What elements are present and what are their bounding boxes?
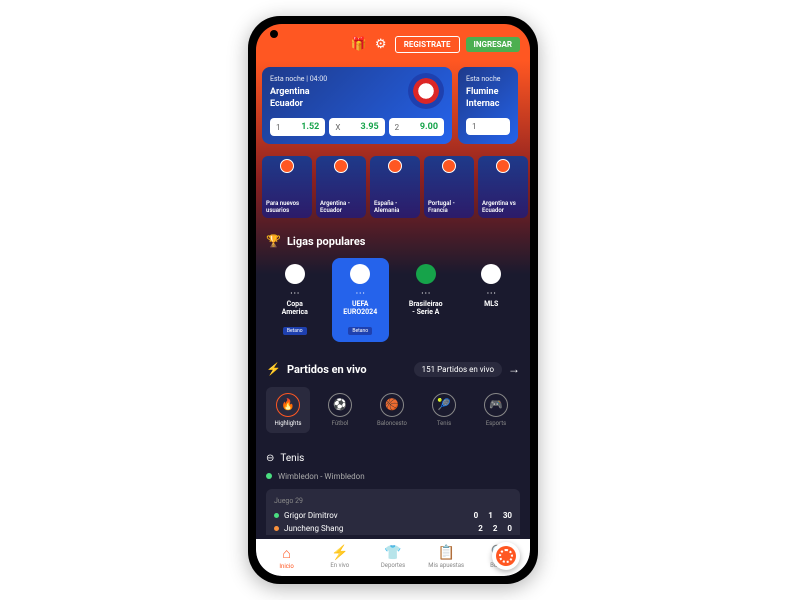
gift-icon[interactable]: 🎁 xyxy=(351,37,367,53)
register-button[interactable]: REGISTRATE xyxy=(395,36,460,53)
home-icon: ⌂ xyxy=(260,545,313,562)
phone-frame: 🎁 ⚙ REGISTRATE INGRESAR Esta noche | 04:… xyxy=(248,16,538,584)
ticket-icon: 📋 xyxy=(420,545,473,561)
tile-badge-icon xyxy=(334,159,348,173)
scores: 0130 xyxy=(474,511,512,520)
league-copa[interactable]: ⋯CopaAmericaBetano xyxy=(266,258,324,341)
league-logo-icon xyxy=(285,264,305,284)
popular-leagues-section: 🏆 Ligas populares ⋯CopaAmericaBetano ⋯UEF… xyxy=(256,224,530,351)
serve-dot-icon xyxy=(274,513,279,518)
live-header: ⚡ Partidos en vivo 151 Partidos en vivo → xyxy=(256,352,530,387)
player-row: Grigor Dimitrov 0130 xyxy=(274,511,512,520)
lightning-icon: ⚡ xyxy=(313,545,366,561)
nav-deportes[interactable]: 👕Deportes xyxy=(366,545,419,570)
main-content: Esta noche | 04:00 Argentina Ecuador 11.… xyxy=(256,61,530,535)
chip-icon xyxy=(496,546,516,566)
tennis-icon: 🎾 xyxy=(432,393,456,417)
soccer-icon: ⚽ xyxy=(328,393,352,417)
tile-badge-icon xyxy=(442,159,456,173)
tile-badge-icon xyxy=(496,159,510,173)
tennis-section: ⊖ Tenis Wimbledon - Wimbledon Juego 29 Gr… xyxy=(256,443,530,535)
featured-card-partial[interactable]: Esta noche Flumine Internac 1 xyxy=(458,67,518,144)
fab-button[interactable] xyxy=(492,542,520,570)
promo-tile[interactable]: España -Alemania xyxy=(370,156,420,218)
league-mls[interactable]: ⋯MLS xyxy=(463,258,521,341)
shirt-icon: 👕 xyxy=(366,545,419,561)
tournament-row[interactable]: Wimbledon - Wimbledon xyxy=(266,472,520,481)
fire-icon: 🔥 xyxy=(276,393,300,417)
trophy-icon: 🏆 xyxy=(266,234,281,248)
nav-inicio[interactable]: ⌂Inicio xyxy=(260,545,313,570)
basketball-icon: 🏀 xyxy=(380,393,404,417)
league-logo-icon xyxy=(350,264,370,284)
tile-badge-icon xyxy=(280,159,294,173)
promo-tile[interactable]: Argentina vsEcuador xyxy=(478,156,528,218)
tile-badge-icon xyxy=(388,159,402,173)
sport-highlights[interactable]: 🔥Highlights xyxy=(266,387,310,433)
tennis-title: Tenis xyxy=(280,453,304,464)
league-euro[interactable]: ⋯UEFAEURO2024Betano xyxy=(332,258,390,341)
live-title: Partidos en vivo xyxy=(287,363,367,376)
app-header: 🎁 ⚙ REGISTRATE INGRESAR xyxy=(256,24,530,61)
sport-esports[interactable]: 🎮Esports xyxy=(474,387,518,433)
sports-tabs: 🔥Highlights ⚽Fútbol 🏀Baloncesto 🎾Tenis 🎮… xyxy=(256,387,530,443)
promo-tile[interactable]: Portugal -Francia xyxy=(424,156,474,218)
tennis-ball-icon: ⊖ xyxy=(266,453,274,464)
odd-away[interactable]: 29.00 xyxy=(389,118,444,136)
screen: 🎁 ⚙ REGISTRATE INGRESAR Esta noche | 04:… xyxy=(256,24,530,576)
promo-tile[interactable]: Argentina -Ecuador xyxy=(316,156,366,218)
sport-tenis[interactable]: 🎾Tenis xyxy=(422,387,466,433)
sport-futbol[interactable]: ⚽Fútbol xyxy=(318,387,362,433)
league-logo-icon xyxy=(481,264,501,284)
match-time: Esta noche | 04:00 xyxy=(270,75,444,83)
game-number: Juego 29 xyxy=(274,497,512,505)
settings-icon[interactable]: ⚙ xyxy=(373,37,389,53)
lightning-icon: ⚡ xyxy=(266,362,281,376)
nav-envivo[interactable]: ⚡En vivo xyxy=(313,545,366,570)
gamepad-icon: 🎮 xyxy=(484,393,508,417)
player-row: Juncheng Shang 220 xyxy=(274,524,512,533)
camera-notch xyxy=(270,30,278,38)
odd-home[interactable]: 11.52 xyxy=(270,118,325,136)
sport-vole[interactable]: 🏐Vole xyxy=(526,387,530,433)
login-button[interactable]: INGRESAR xyxy=(466,37,521,52)
leagues-row: ⋯CopaAmericaBetano ⋯UEFAEURO2024Betano ⋯… xyxy=(266,258,520,341)
scores: 220 xyxy=(478,524,512,533)
serve-dot-icon xyxy=(274,526,279,531)
odds-row: 11.52 X3.95 29.00 xyxy=(270,118,444,136)
sport-baloncesto[interactable]: 🏀Baloncesto xyxy=(370,387,414,433)
section-title: Ligas populares xyxy=(287,235,365,248)
featured-card[interactable]: Esta noche | 04:00 Argentina Ecuador 11.… xyxy=(262,67,452,144)
league-brasileirao[interactable]: ⋯Brasileirao- Serie A xyxy=(397,258,455,341)
promo-tile[interactable]: Para nuevosusuarios xyxy=(262,156,312,218)
promo-tiles: Para nuevosusuarios Argentina -Ecuador E… xyxy=(256,150,530,224)
bottom-nav: ⌂Inicio ⚡En vivo 👕Deportes 📋Mis apuestas… xyxy=(256,539,530,576)
odd-partial[interactable]: 1 xyxy=(466,118,510,135)
nav-apuestas[interactable]: 📋Mis apuestas xyxy=(420,545,473,570)
match-card[interactable]: Juego 29 Grigor Dimitrov 0130 Juncheng S… xyxy=(266,489,520,535)
featured-row: Esta noche | 04:00 Argentina Ecuador 11.… xyxy=(256,61,530,150)
league-logo-icon xyxy=(416,264,436,284)
live-dot-icon xyxy=(266,473,272,479)
arrow-right-icon[interactable]: → xyxy=(508,362,520,376)
odd-draw[interactable]: X3.95 xyxy=(329,118,384,136)
live-count-badge[interactable]: 151 Partidos en vivo xyxy=(414,362,502,377)
